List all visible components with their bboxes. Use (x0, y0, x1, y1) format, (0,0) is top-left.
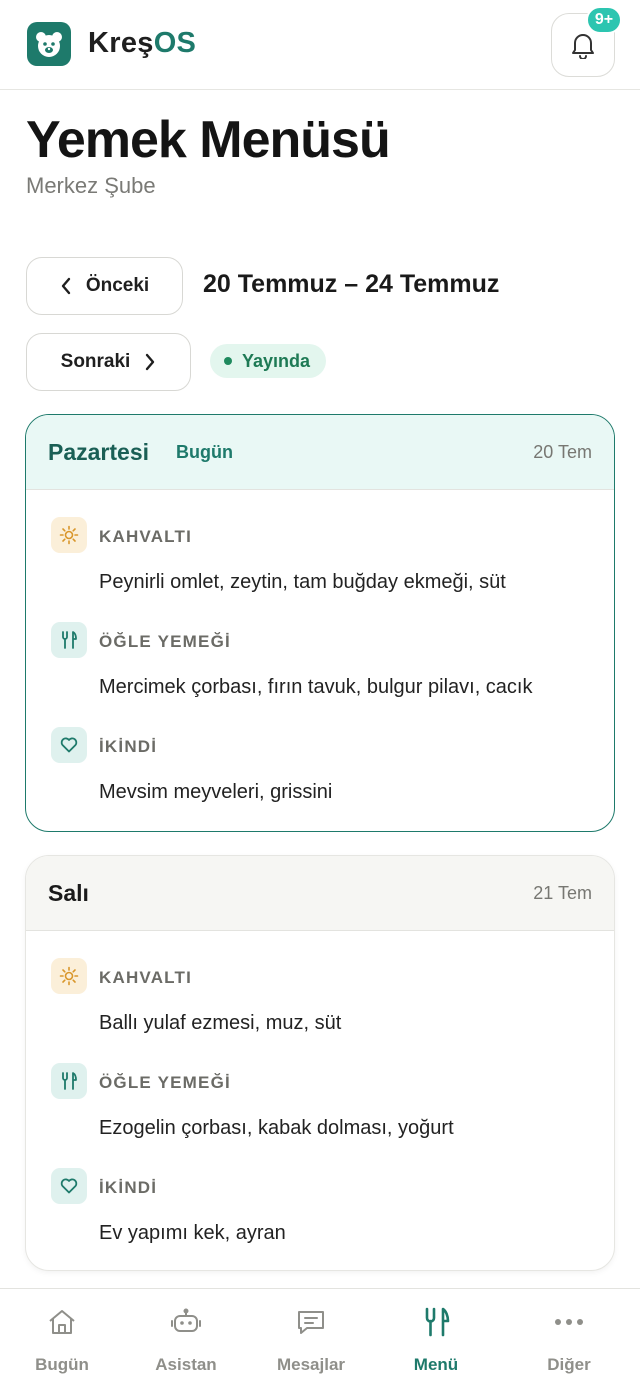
day-name: Pazartesi (48, 438, 150, 465)
notification-badge: 9+ (586, 6, 622, 34)
meal-label: İKİNDİ (99, 1178, 158, 1197)
meal-text: Ballı yulaf ezmesi, muz, süt (99, 1012, 342, 1034)
meal-list: KAHVALTI Peynirli omlet, zeytin, tam buğ… (26, 490, 614, 831)
day-header: Pazartesi Bugün 20 Tem (26, 415, 614, 490)
week-range: 20 Temmuz – 24 Temmuz (203, 270, 500, 298)
fork-knife-icon (51, 1063, 87, 1099)
more-icon (553, 1305, 585, 1339)
bear-icon (36, 32, 62, 57)
bottom-nav: Bugün Asistan Mesajlar Menü Diğer (0, 1288, 640, 1391)
nav-item-menu[interactable]: Menü (396, 1289, 476, 1391)
chevron-left-icon (61, 277, 71, 295)
message-icon (296, 1305, 326, 1339)
heart-icon (51, 1168, 87, 1204)
page-title: Yemek Menüsü (26, 111, 391, 169)
nav-label: Diğer (547, 1355, 591, 1374)
meal-list: KAHVALTI Ballı yulaf ezmesi, muz, süt ÖĞ… (26, 931, 614, 1270)
previous-week-label: Önceki (85, 275, 150, 296)
day-date: 20 Tem (533, 441, 592, 462)
next-week-button[interactable]: Sonraki (26, 333, 191, 391)
home-icon (47, 1305, 77, 1339)
previous-week-button[interactable]: Önceki (26, 257, 183, 315)
meal-text: Ev yapımı kek, ayran (99, 1222, 286, 1244)
fork-knife-icon (51, 622, 87, 658)
meal-text: Ezogelin çorbası, kabak dolması, yoğurt (99, 1117, 454, 1139)
meal-lunch: ÖĞLE YEMEĞİ Ezogelin çorbası, kabak dolm… (51, 1063, 614, 1168)
meal-label: ÖĞLE YEMEĞİ (99, 632, 231, 651)
nav-item-messages[interactable]: Mesajlar (266, 1289, 356, 1391)
meal-label: İKİNDİ (99, 737, 158, 756)
logo[interactable] (27, 22, 71, 66)
heart-icon (51, 727, 87, 763)
meal-label: KAHVALTI (99, 968, 193, 987)
bell-icon (572, 34, 594, 59)
nav-item-today[interactable]: Bugün (22, 1289, 102, 1391)
sun-icon (51, 517, 87, 553)
brand-name: KreşOS (88, 27, 197, 59)
nav-item-assistant[interactable]: Asistan (146, 1289, 226, 1391)
meal-text: Mevsim meyveleri, grissini (99, 781, 333, 803)
meal-text: Peynirli omlet, zeytin, tam buğday ekmeğ… (99, 571, 506, 593)
meal-lunch: ÖĞLE YEMEĞİ Mercimek çorbası, fırın tavu… (51, 622, 614, 727)
nav-label: Asistan (155, 1355, 217, 1374)
meal-text: Mercimek çorbası, fırın tavuk, bulgur pi… (99, 676, 533, 698)
nav-item-more[interactable]: Diğer (529, 1289, 609, 1391)
day-card-monday: Pazartesi Bugün 20 Tem KAHVALTI Peynirli… (25, 414, 615, 832)
chevron-right-icon (146, 353, 155, 371)
meal-snack: İKİNDİ Mevsim meyveleri, grissini (51, 727, 614, 831)
meal-breakfast: KAHVALTI Ballı yulaf ezmesi, muz, süt (51, 958, 614, 1063)
day-card-tuesday: Salı 21 Tem KAHVALTI Ballı yulaf ezmesi,… (25, 855, 615, 1271)
status-label: Yayında (242, 350, 311, 371)
day-name: Salı (48, 879, 89, 906)
nav-label: Mesajlar (276, 1355, 346, 1374)
status-badge: Yayında (210, 344, 327, 378)
today-badge: Bugün (176, 441, 233, 462)
status-dot-icon (224, 357, 232, 365)
meal-breakfast: KAHVALTI Peynirli omlet, zeytin, tam buğ… (51, 517, 614, 622)
branch-name: Merkez Şube (26, 173, 156, 198)
day-date: 21 Tem (533, 882, 592, 903)
meal-label: ÖĞLE YEMEĞİ (99, 1073, 231, 1092)
day-header: Salı 21 Tem (26, 856, 614, 931)
next-week-label: Sonraki (60, 351, 131, 372)
meal-label: KAHVALTI (99, 527, 193, 546)
meal-snack: İKİNDİ Ev yapımı kek, ayran (51, 1168, 614, 1270)
nav-label: Menü (413, 1355, 459, 1374)
app-header: KreşOS 9+ (0, 0, 640, 90)
robot-icon (170, 1305, 202, 1339)
sun-icon (51, 958, 87, 994)
nav-label: Bugün (35, 1355, 89, 1374)
fork-knife-icon (422, 1305, 450, 1339)
